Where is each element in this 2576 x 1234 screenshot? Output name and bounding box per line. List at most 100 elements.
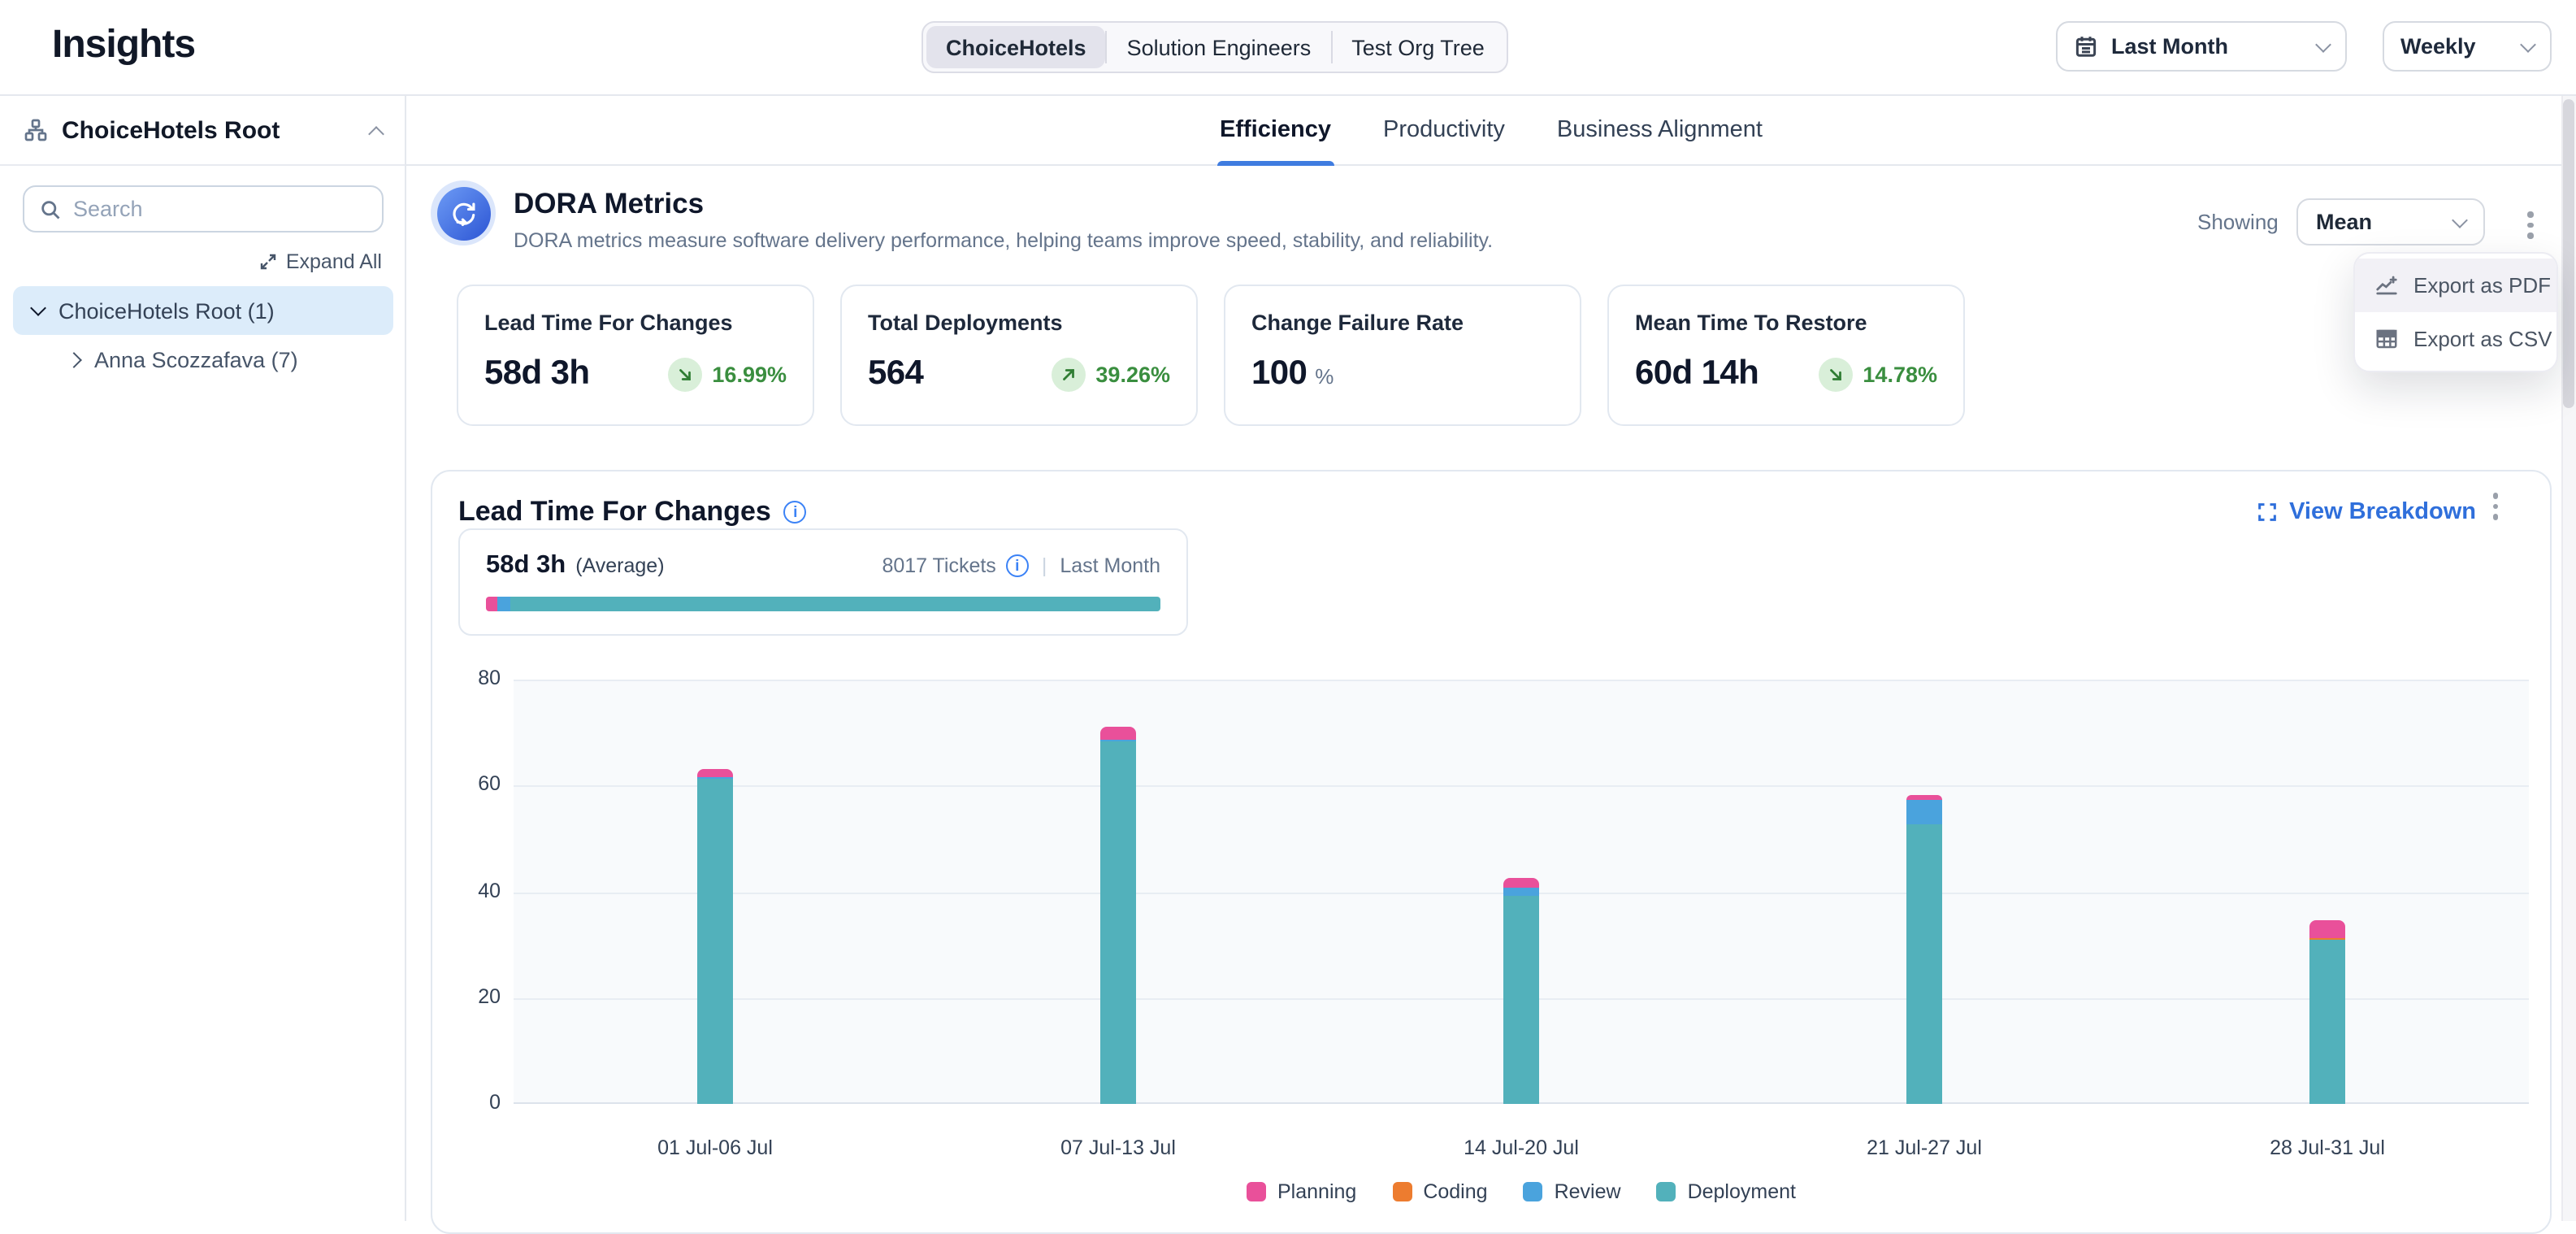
bar-segment-deployment[interactable] [697, 779, 733, 1104]
search-box [23, 185, 384, 232]
tree-item-choicehotels-root[interactable]: ChoiceHotels Root (1) [13, 286, 393, 335]
bar-segment-review[interactable] [1906, 800, 1942, 824]
legend-swatch [1657, 1182, 1676, 1201]
metric-card-title: Mean Time To Restore [1635, 311, 1937, 335]
calendar-icon [2074, 34, 2098, 59]
trend-down-icon [1819, 357, 1853, 391]
metric-card-3: Change Failure Rate100% [1224, 285, 1581, 426]
gridline [514, 786, 2529, 788]
chart-legend: Planning Coding Review Deployment [514, 1180, 2529, 1203]
aggregation-select[interactable]: Mean [2296, 198, 2485, 245]
legend-item-planning[interactable]: Planning [1247, 1180, 1356, 1203]
metric-card-delta: 14.78% [1819, 357, 1937, 391]
divider [1330, 31, 1332, 63]
bar-segment-deployment[interactable] [1100, 741, 1136, 1104]
chevron-down-icon[interactable] [30, 299, 46, 315]
metric-card-value-row: 100% [1251, 354, 1554, 393]
sidebar: ChoiceHotels Root Expand All ChoiceHotel… [0, 96, 406, 1221]
search-icon [39, 198, 62, 220]
dora-overflow-menu-button[interactable] [2517, 202, 2543, 248]
summary-value: 58d 3h [486, 551, 566, 580]
chevron-right-icon[interactable] [66, 351, 82, 367]
legend-label: Deployment [1688, 1180, 1796, 1203]
section-title-wrap: Lead Time For Changes i [458, 497, 807, 529]
bar-group-2[interactable] [1100, 728, 1136, 1104]
y-tick-label: 60 [445, 773, 501, 796]
tab-business-alignment[interactable]: Business Alignment [1554, 96, 1766, 164]
metric-card-title: Lead Time For Changes [484, 311, 787, 335]
legend-swatch [1524, 1182, 1543, 1201]
chevron-up-icon[interactable] [368, 125, 384, 141]
dora-metrics-description: DORA metrics measure software delivery p… [514, 229, 1493, 252]
granularity-value: Weekly [2400, 34, 2476, 59]
insights-app: Insights ChoiceHotels Solution Engineers… [0, 0, 2576, 1221]
bar-segment-planning[interactable] [1100, 728, 1136, 739]
bar-segment-planning[interactable] [2309, 919, 2345, 937]
metric-card-delta-pct: 16.99% [712, 362, 787, 386]
org-switcher: ChoiceHotels Solution Engineers Test Org… [922, 21, 1509, 73]
trend-up-icon [1052, 357, 1086, 391]
bar-group-3[interactable] [1503, 879, 1539, 1104]
expand-all-button[interactable]: Expand All [258, 250, 382, 273]
section-overflow-menu-button[interactable] [2483, 483, 2508, 529]
y-tick-label: 80 [445, 667, 501, 689]
gridline [514, 680, 2529, 681]
info-icon[interactable]: i [1006, 554, 1029, 577]
metric-card-value: 564 [868, 354, 923, 393]
x-axis-label: 01 Jul-06 Jul [618, 1136, 813, 1159]
sidebar-header[interactable]: ChoiceHotels Root [0, 96, 405, 166]
section-title: Lead Time For Changes [458, 497, 771, 529]
expand-view-icon [2255, 502, 2278, 524]
legend-swatch [1247, 1182, 1266, 1201]
scrollbar-thumb[interactable] [2563, 99, 2574, 408]
export-pdf-menu-item[interactable]: Export as PDF [2355, 259, 2556, 312]
bar-segment-planning[interactable] [1503, 879, 1539, 887]
metric-card-title: Total Deployments [868, 311, 1170, 335]
metric-card-1: Lead Time For Changes58d 3h16.99% [457, 285, 814, 426]
bar-segment-deployment[interactable] [1906, 824, 1942, 1105]
bar-group-4[interactable] [1906, 795, 1942, 1104]
separator: | [1042, 554, 1047, 577]
org-tree: ChoiceHotels Root (1) Anna Scozzafava (7… [13, 286, 393, 384]
bar-segment-deployment[interactable] [1503, 896, 1539, 1104]
granularity-selector[interactable]: Weekly [2383, 21, 2552, 72]
page-title: Insights [52, 23, 195, 68]
search-input[interactable] [73, 197, 367, 221]
metric-card-delta-pct: 14.78% [1863, 362, 1937, 386]
org-tab-test-org-tree[interactable]: Test Org Tree [1332, 26, 1504, 68]
bar-group-5[interactable] [2309, 919, 2345, 1104]
summary-qualifier: (Average) [575, 554, 664, 577]
summary-period: Last Month [1060, 554, 1160, 577]
trend-down-icon [668, 357, 702, 391]
legend-item-coding[interactable]: Coding [1392, 1180, 1487, 1203]
export-pdf-label: Export as PDF [2413, 273, 2551, 298]
info-icon[interactable]: i [784, 502, 807, 524]
tree-item-label: Anna Scozzafava (7) [94, 347, 298, 372]
legend-item-deployment[interactable]: Deployment [1657, 1180, 1796, 1203]
view-breakdown-button[interactable]: View Breakdown [2255, 500, 2476, 526]
export-csv-menu-item[interactable]: Export as CSV [2355, 312, 2556, 366]
tree-item-anna-scozzafava[interactable]: Anna Scozzafava (7) [13, 335, 393, 384]
showing-label: Showing [2197, 210, 2279, 234]
sidebar-root-label: ChoiceHotels Root [62, 116, 358, 144]
tab-productivity[interactable]: Productivity [1380, 96, 1508, 164]
org-tab-choicehotels[interactable]: ChoiceHotels [926, 26, 1106, 68]
chevron-down-icon [2452, 211, 2468, 228]
period-selector[interactable]: Last Month [2056, 21, 2347, 72]
metric-card-2: Total Deployments56439.26% [840, 285, 1198, 426]
legend-label: Coding [1423, 1180, 1487, 1203]
x-axis-label: 14 Jul-20 Jul [1424, 1136, 1619, 1159]
bar-group-1[interactable] [697, 768, 733, 1104]
legend-item-review[interactable]: Review [1524, 1180, 1621, 1203]
metric-card-value: 100% [1251, 354, 1334, 393]
bar-segment-planning[interactable] [697, 768, 733, 776]
tab-efficiency[interactable]: Efficiency [1216, 96, 1334, 164]
chevron-down-icon [2520, 36, 2536, 52]
aggregation-value: Mean [2316, 210, 2372, 234]
metric-card-delta: 16.99% [668, 357, 787, 391]
legend-label: Review [1555, 1180, 1621, 1203]
table-icon [2374, 327, 2399, 351]
org-tab-solution-engineers[interactable]: Solution Engineers [1108, 26, 1331, 68]
bar-segment-review[interactable] [1503, 887, 1539, 895]
bar-segment-deployment[interactable] [2309, 940, 2345, 1104]
